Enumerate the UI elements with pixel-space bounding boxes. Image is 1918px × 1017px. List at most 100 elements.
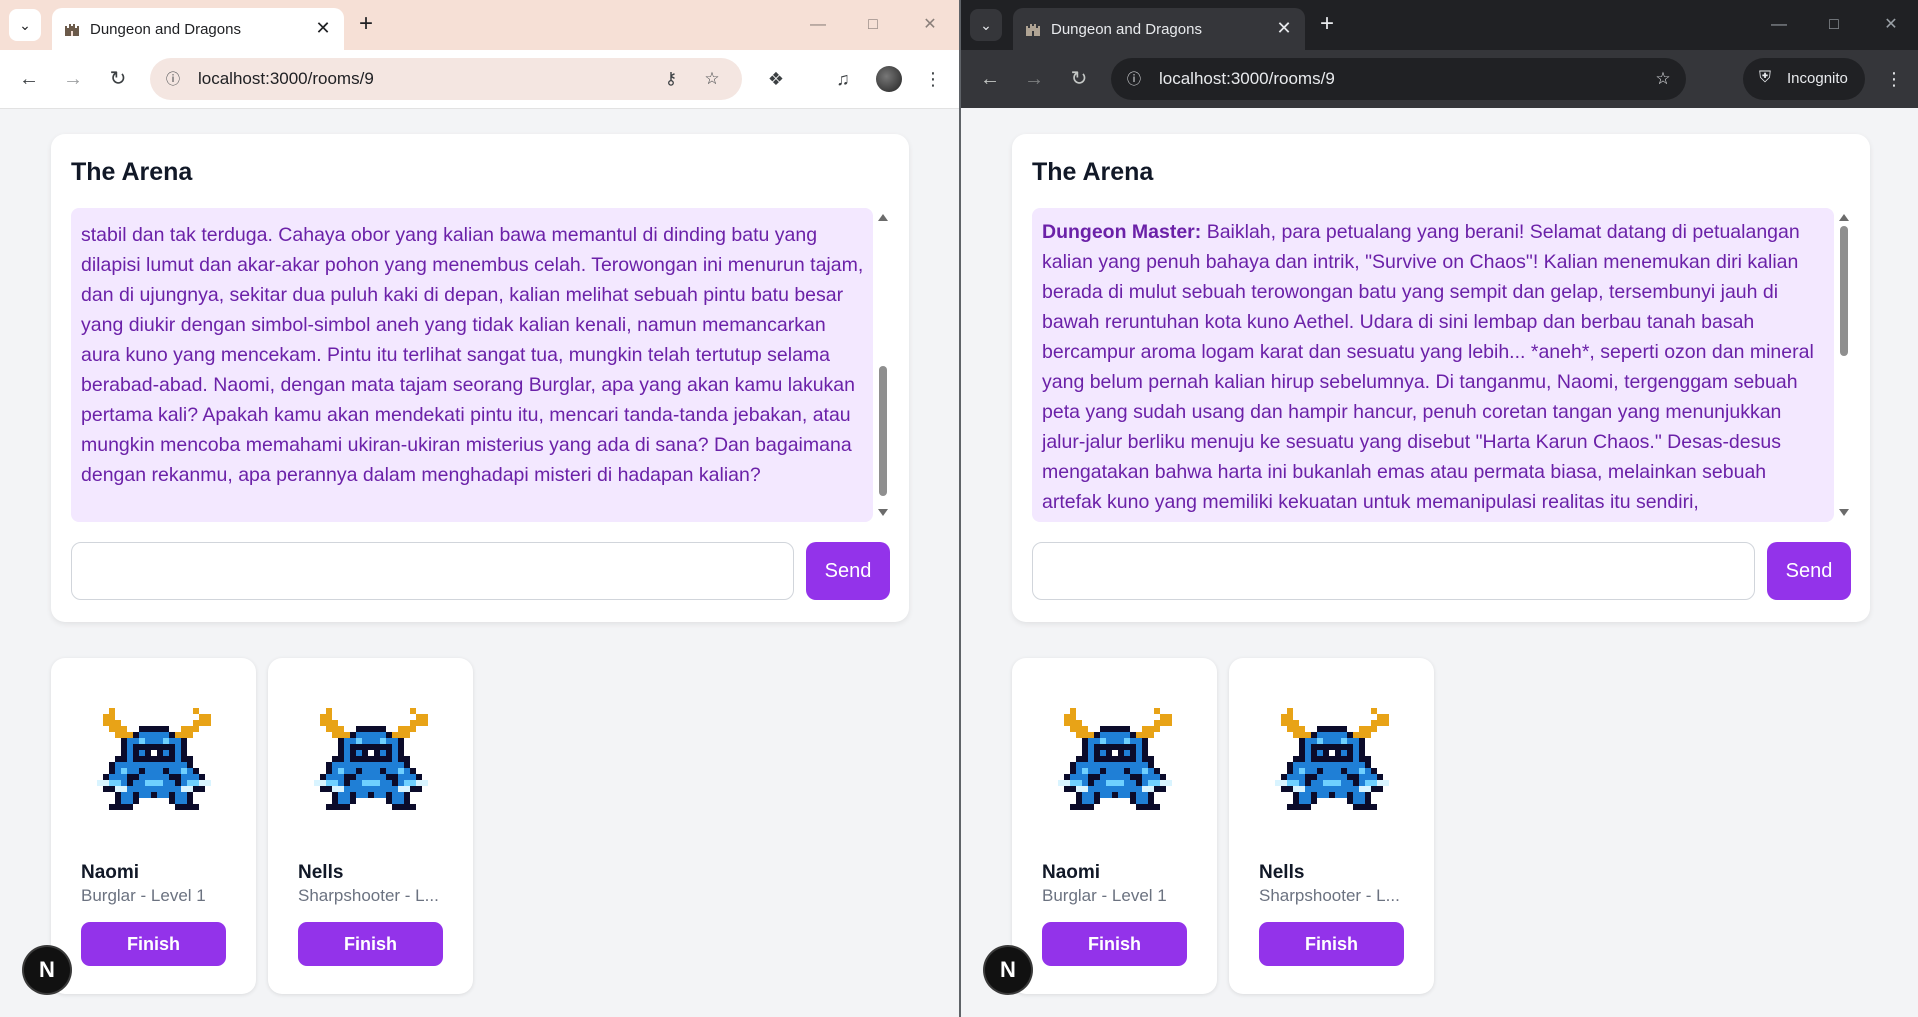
chat-message-text: stabil dan tak terduga. Cahaya obor yang… [81,224,864,486]
address-bar[interactable]: ⓘ localhost:3000/rooms/9 ⚷ ☆ [150,58,742,100]
tab-close-icon[interactable]: ✕ [1273,17,1295,39]
incognito-icon: ⛨ [1759,69,1772,86]
finish-button[interactable]: Finish [1042,922,1187,966]
maximize-button[interactable]: □ [1819,12,1849,38]
tab-strip: ⌄ Dungeon and Dragons ✕ + — □ ✕ [0,0,959,50]
tab-title: Dungeon and Dragons [1051,21,1202,38]
tab-close-icon[interactable]: ✕ [312,17,334,39]
address-bar[interactable]: ⓘ localhost:3000/rooms/9 ☆ [1111,58,1686,100]
info-icon[interactable]: ⓘ [1123,68,1145,90]
tab-dungeon-and-dragons[interactable]: Dungeon and Dragons ✕ [52,8,344,50]
profile-avatar[interactable] [876,66,902,92]
scroll-down-arrow[interactable] [878,509,888,516]
player-class: Burglar - Level 1 [81,886,206,905]
chat-scrollbar[interactable] [1837,208,1851,522]
scroll-thumb[interactable] [1840,226,1848,356]
player-name: Naomi [81,862,140,883]
minimize-button[interactable]: — [803,12,833,38]
finish-button[interactable]: Finish [298,922,443,966]
player-card: Nells Sharpshooter - L... Finish [1229,658,1434,994]
shovel-knight-sprite [1058,708,1178,815]
arrow-right-icon: → [1024,68,1044,90]
chat-message: Dungeon Master: Baiklah, para petualang … [1042,217,1828,517]
new-tab-button[interactable]: + [352,11,380,39]
nextjs-dev-badge[interactable]: N [24,947,70,993]
scroll-down-arrow[interactable] [1839,509,1849,516]
page-content: The Arena Dungeon Master: Baiklah, para … [961,108,1918,1017]
send-button[interactable]: Send [806,542,890,600]
info-icon[interactable]: ⓘ [162,68,184,90]
back-button[interactable]: ← [975,64,1005,94]
player-card: Nells Sharpshooter - L... Finish [268,658,473,994]
chat-log[interactable]: Dungeon Master: Baiklah, para petualang … [1032,208,1834,522]
browser-window-incognito: ⌄ Dungeon and Dragons ✕ + — □ ✕ ← → ↻ ⓘ … [961,0,1918,1017]
close-window-button[interactable]: ✕ [1876,12,1906,38]
scroll-up-arrow[interactable] [878,214,888,221]
player-card: Naomi Burglar - Level 1 Finish [1012,658,1217,994]
chevron-down-icon: ⌄ [980,16,992,33]
reload-button[interactable]: ↻ [103,64,133,94]
castle-favicon-icon [1026,24,1040,36]
close-window-button[interactable]: ✕ [915,12,945,38]
message-input[interactable] [1032,542,1755,600]
room-title: The Arena [1032,158,1154,186]
room-title: The Arena [71,158,193,186]
forward-button[interactable]: → [58,64,88,94]
browser-toolbar: ← → ↻ ⓘ localhost:3000/rooms/9 ☆ ⛨ Incog… [961,50,1918,108]
chat-message: stabil dan tak terduga. Cahaya obor yang… [81,208,867,490]
finish-button[interactable]: Finish [81,922,226,966]
minimize-button[interactable]: — [1764,12,1794,38]
kebab-menu-icon[interactable]: ⋮ [1880,65,1908,93]
scroll-thumb[interactable] [879,366,887,496]
page-content: The Arena stabil dan tak terduga. Cahaya… [0,108,959,1017]
tab-search-button[interactable]: ⌄ [9,9,41,41]
scroll-up-arrow[interactable] [1839,214,1849,221]
chat-message-text: Baiklah, para petualang yang berani! Sel… [1042,221,1814,513]
arrow-right-icon: → [63,68,83,90]
chat-scrollbar[interactable] [876,208,890,522]
arrow-left-icon: ← [980,68,1000,90]
star-icon[interactable]: ☆ [701,68,723,90]
incognito-indicator[interactable]: ⛨ Incognito [1743,58,1865,100]
player-name: Nells [298,862,344,883]
incognito-label: Incognito [1787,70,1848,87]
key-icon[interactable]: ⚷ [660,68,682,90]
reload-icon: ↻ [109,68,127,90]
tab-dungeon-and-dragons[interactable]: Dungeon and Dragons ✕ [1013,8,1305,50]
tab-search-button[interactable]: ⌄ [970,9,1002,41]
room-card: The Arena Dungeon Master: Baiklah, para … [1012,134,1870,622]
send-button[interactable]: Send [1767,542,1851,600]
shovel-knight-sprite [97,708,217,815]
puzzle-icon[interactable]: ❖ [762,65,790,93]
chat-hidden-line [81,208,867,220]
media-control-icon[interactable]: ♫ [829,65,857,93]
chat-log[interactable]: stabil dan tak terduga. Cahaya obor yang… [71,208,873,522]
room-card: The Arena stabil dan tak terduga. Cahaya… [51,134,909,622]
player-card: Naomi Burglar - Level 1 Finish [51,658,256,994]
tab-strip: ⌄ Dungeon and Dragons ✕ + — □ ✕ [961,0,1918,50]
arrow-left-icon: ← [19,68,39,90]
castle-favicon-icon [65,24,79,36]
player-name: Nells [1259,862,1305,883]
shovel-knight-sprite [314,708,434,815]
address-url[interactable]: localhost:3000/rooms/9 [1159,69,1335,89]
shovel-knight-sprite [1275,708,1395,815]
message-input[interactable] [71,542,794,600]
finish-button[interactable]: Finish [1259,922,1404,966]
player-name: Naomi [1042,862,1101,883]
new-tab-button[interactable]: + [1313,11,1341,39]
kebab-menu-icon[interactable]: ⋮ [919,65,947,93]
browser-window-normal: ⌄ Dungeon and Dragons ✕ + — □ ✕ ← → ↻ ⓘ … [0,0,959,1017]
forward-button[interactable]: → [1019,64,1049,94]
reload-button[interactable]: ↻ [1064,64,1094,94]
nextjs-dev-badge[interactable]: N [985,947,1031,993]
tab-title: Dungeon and Dragons [90,21,241,38]
player-class: Sharpshooter - L... [1259,886,1400,905]
chevron-down-icon: ⌄ [19,16,31,33]
star-icon[interactable]: ☆ [1652,68,1674,90]
address-url[interactable]: localhost:3000/rooms/9 [198,69,374,89]
back-button[interactable]: ← [14,64,44,94]
player-class: Burglar - Level 1 [1042,886,1167,905]
maximize-button[interactable]: □ [858,12,888,38]
chat-speaker: Dungeon Master: [1042,221,1202,243]
